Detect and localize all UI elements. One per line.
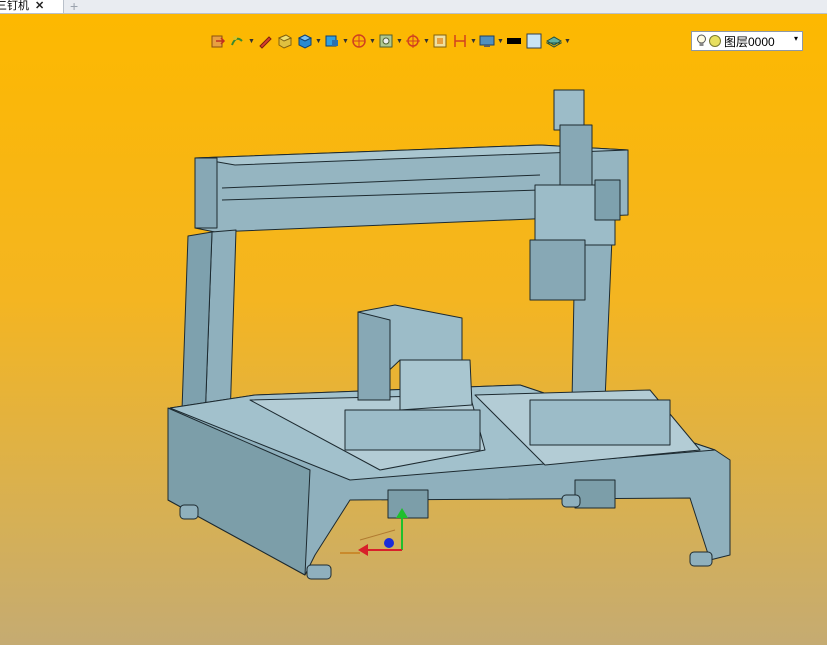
capture-dropdown-icon[interactable]: ▼ [497, 31, 504, 51]
document-tab[interactable]: 三钉机 ✕ [0, 0, 64, 13]
foot-3 [561, 494, 581, 508]
dimension-dropdown-icon[interactable]: ▼ [470, 31, 477, 51]
curve-tool-icon[interactable] [228, 31, 248, 51]
color-black-swatch-icon[interactable] [504, 31, 524, 51]
cube-dropdown-icon[interactable]: ▼ [315, 31, 322, 51]
target-icon[interactable] [403, 31, 423, 51]
3d-viewport[interactable]: ▼ ▼ ▼ ▼ ▼ ▼ ▼ ▼ ▼ 图层0000 ▾ [0, 14, 827, 645]
section-dropdown-icon[interactable]: ▼ [369, 31, 376, 51]
layer-color-dot-icon[interactable] [709, 35, 721, 47]
document-tab-bar: 三钉机 ✕ + [0, 0, 827, 14]
axis-triad [340, 508, 408, 556]
layer-stack-dropdown-icon[interactable]: ▼ [564, 31, 571, 51]
snap-dropdown-icon[interactable]: ▼ [396, 31, 403, 51]
dimension-icon[interactable] [450, 31, 470, 51]
foot-2 [306, 564, 332, 580]
open-file-icon[interactable] [208, 31, 228, 51]
color-light-swatch-icon[interactable] [524, 31, 544, 51]
section-view-icon[interactable] [349, 31, 369, 51]
cube-view-icon[interactable] [295, 31, 315, 51]
layer-name: 图层0000 [724, 34, 775, 49]
left-motor [387, 489, 429, 519]
add-tab-icon[interactable]: + [70, 0, 78, 14]
machine-model [167, 89, 731, 580]
layer-stack-icon[interactable] [544, 31, 564, 51]
document-tab-title: 三钉机 [0, 0, 29, 12]
foot-4 [689, 551, 713, 567]
chevron-down-icon[interactable]: ▾ [794, 34, 798, 43]
pen-tool-icon[interactable] [255, 31, 275, 51]
snap-icon[interactable] [376, 31, 396, 51]
foot-1 [179, 504, 199, 520]
lightbulb-icon[interactable] [697, 34, 706, 48]
view-toolbar: ▼ ▼ ▼ ▼ ▼ ▼ ▼ ▼ ▼ [208, 31, 571, 51]
screen-capture-icon[interactable] [477, 31, 497, 51]
close-icon[interactable]: ✕ [35, 1, 44, 12]
layer-select[interactable]: 图层0000 ▾ [691, 31, 803, 51]
display-mode-icon[interactable] [322, 31, 342, 51]
box-solid-icon[interactable] [275, 31, 295, 51]
curve-dropdown-icon[interactable]: ▼ [248, 31, 255, 51]
display-dropdown-icon[interactable]: ▼ [342, 31, 349, 51]
right-motor [574, 479, 616, 509]
measure-icon[interactable] [430, 31, 450, 51]
target-dropdown-icon[interactable]: ▼ [423, 31, 430, 51]
